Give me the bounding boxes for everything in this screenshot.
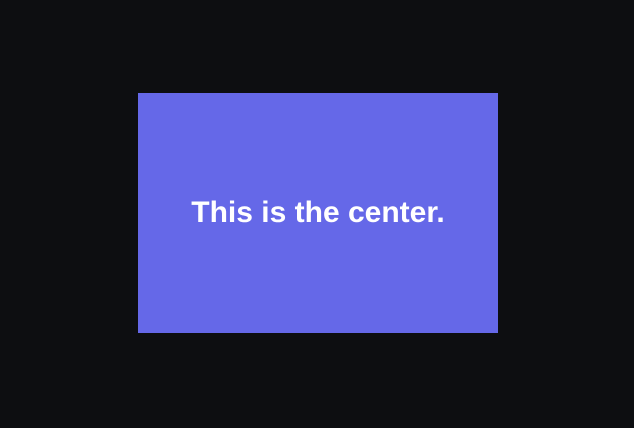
- page-background: This is the center.: [0, 0, 634, 428]
- center-box: This is the center.: [138, 93, 498, 333]
- center-message: This is the center.: [191, 196, 445, 229]
